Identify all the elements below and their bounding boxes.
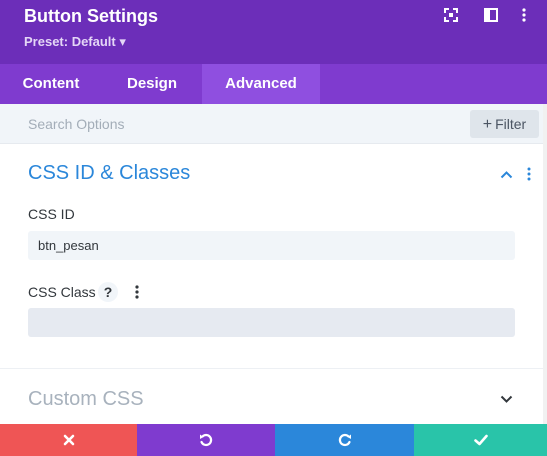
section-more-icon[interactable] xyxy=(526,167,532,181)
css-id-label: CSS ID xyxy=(28,206,75,222)
close-icon xyxy=(63,434,74,446)
chevron-up-icon[interactable] xyxy=(500,170,513,179)
css-class-label: CSS Class xyxy=(28,284,96,300)
css-class-field[interactable] xyxy=(28,308,515,337)
more-vertical-icon[interactable] xyxy=(518,8,534,24)
css-id-field[interactable] xyxy=(28,231,515,260)
redo-button[interactable] xyxy=(275,424,414,456)
filter-button[interactable]: + Filter xyxy=(470,110,539,138)
chevron-down-icon[interactable] xyxy=(500,395,513,404)
section-title-css-id-classes[interactable]: CSS ID & Classes xyxy=(28,162,190,185)
search-input[interactable] xyxy=(0,104,460,144)
settings-header: Button Settings Preset: Default ▾ xyxy=(0,0,547,64)
split-view-icon[interactable] xyxy=(484,8,500,24)
filter-label: Filter xyxy=(495,116,527,132)
search-bar: +Filter xyxy=(0,104,543,144)
undo-icon xyxy=(200,433,213,447)
tab-bar: Content Design Advanced xyxy=(0,64,547,104)
tab-design[interactable]: Design xyxy=(102,64,202,104)
modal-title: Button Settings xyxy=(24,6,158,26)
tab-advanced[interactable]: Advanced xyxy=(202,64,320,104)
help-icon[interactable]: ? xyxy=(98,282,118,302)
section-title-custom-css[interactable]: Custom CSS xyxy=(28,388,144,411)
field-options-icon[interactable] xyxy=(134,284,140,300)
tab-content[interactable]: Content xyxy=(0,64,102,104)
redo-icon xyxy=(338,433,351,447)
action-bar xyxy=(0,424,547,456)
expand-icon[interactable] xyxy=(444,8,460,24)
preset-dropdown[interactable]: Preset: Default ▾ xyxy=(24,34,126,50)
section-divider xyxy=(0,368,543,369)
scrollbar[interactable] xyxy=(543,104,547,424)
undo-button[interactable] xyxy=(137,424,275,456)
checkmark-icon xyxy=(473,434,488,446)
cancel-button[interactable] xyxy=(0,424,137,456)
save-button[interactable] xyxy=(414,424,547,456)
plus-icon: + xyxy=(482,116,493,133)
